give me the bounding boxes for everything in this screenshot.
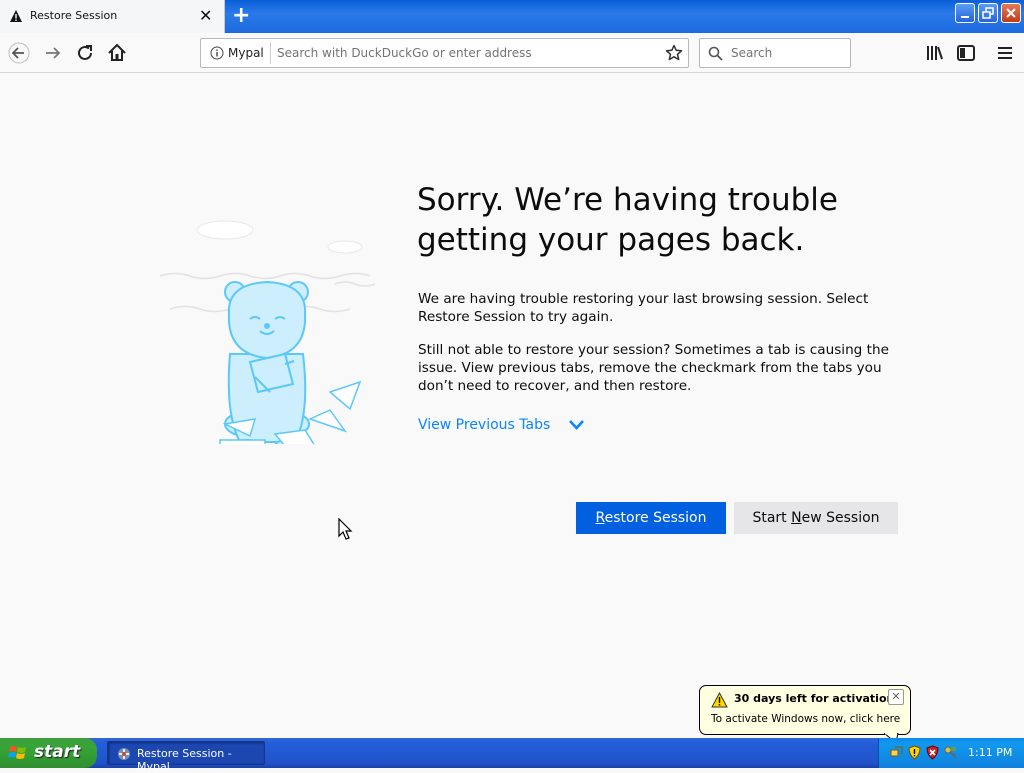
page-title: Sorry. We’re having trouble getting your… [417, 182, 838, 258]
system-tray: 1:11 PM [878, 738, 1024, 768]
back-icon[interactable] [8, 42, 30, 64]
url-input[interactable] [277, 43, 657, 63]
warning-icon [10, 10, 22, 22]
start-new-session-button[interactable]: Start New Session [734, 502, 898, 534]
tab-strip: Restore Session ✕ + [0, 0, 1024, 33]
security-shield-icon[interactable] [907, 745, 922, 760]
chevron-down-icon[interactable] [568, 419, 585, 431]
taskbar-item-label: Restore Session - Mypal [137, 747, 232, 773]
restore-session-page: Sorry. We’re having trouble getting your… [0, 74, 1024, 738]
network-icon[interactable] [889, 745, 904, 760]
sidebar-icon[interactable] [955, 42, 977, 64]
menu-icon[interactable] [994, 42, 1016, 64]
restore-label-rest: estore Session [604, 510, 707, 526]
search-bar[interactable] [699, 38, 851, 68]
close-icon [1006, 8, 1016, 18]
mouse-cursor-icon [338, 518, 353, 540]
activation-notification[interactable]: 30 days left for activation To activate … [699, 685, 911, 735]
error-description: We are having trouble restoring your las… [418, 291, 869, 325]
notification-text[interactable]: To activate Windows now, click here [711, 713, 900, 725]
security-center-alert-icon[interactable] [925, 745, 940, 760]
start-label: start [34, 742, 81, 762]
bookmark-star-icon[interactable] [665, 44, 683, 62]
address-bar-separator [270, 42, 271, 64]
new-session-label-end: ew Session [801, 510, 880, 526]
windows-logo-icon [8, 746, 26, 759]
search-input[interactable] [731, 44, 846, 62]
site-identity-label[interactable]: Mypal [228, 46, 264, 60]
warning-icon [711, 692, 728, 708]
tab-close-button[interactable]: ✕ [199, 6, 212, 25]
info-icon[interactable] [210, 46, 224, 60]
start-button[interactable]: start [0, 738, 97, 768]
bear-illustration [159, 220, 376, 444]
mypal-app-icon [118, 748, 130, 760]
taskbar: start Restore Session - Mypal 1:11 PM [0, 738, 1024, 773]
search-icon [708, 46, 723, 61]
restore-window-button[interactable] [978, 3, 998, 23]
restore-window-icon [982, 7, 994, 19]
activation-keys-icon[interactable] [943, 745, 958, 760]
restore-session-button[interactable]: Restore Session [576, 502, 726, 534]
home-icon[interactable] [106, 42, 128, 64]
minimize-icon [961, 16, 969, 18]
notification-title: 30 days left for activation [734, 692, 895, 705]
forward-icon[interactable] [42, 42, 64, 64]
help-description: Still not able to restore your session? … [418, 342, 889, 394]
view-previous-tabs-link[interactable]: View Previous Tabs [418, 417, 550, 433]
reload-icon[interactable] [74, 42, 96, 64]
tab-restore-session[interactable]: Restore Session ✕ [0, 0, 225, 33]
taskbar-clock: 1:11 PM [968, 746, 1013, 759]
new-tab-button[interactable]: + [232, 3, 250, 28]
close-window-button[interactable] [1001, 3, 1021, 23]
taskbar-item-mypal[interactable]: Restore Session - Mypal [107, 741, 265, 773]
new-session-label-start: Start [752, 510, 792, 526]
tab-title: Restore Session [30, 9, 118, 22]
minimize-button[interactable] [955, 3, 975, 23]
library-icon[interactable] [924, 42, 946, 64]
navigation-toolbar: Mypal [0, 33, 1024, 73]
restore-accesskey: R [595, 510, 605, 526]
new-session-accesskey: N [791, 510, 802, 526]
address-bar[interactable]: Mypal [200, 38, 689, 68]
notification-close-button[interactable]: ✕ [888, 689, 904, 705]
